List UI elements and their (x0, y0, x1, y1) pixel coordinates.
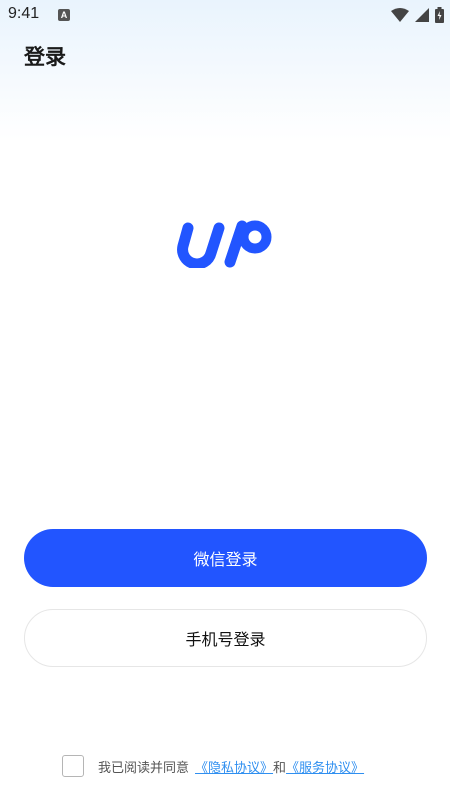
agreement-checkbox[interactable] (62, 755, 84, 777)
phone-login-label: 手机号登录 (185, 630, 266, 649)
signal-icon (415, 8, 429, 22)
status-time: 9:41 (8, 5, 40, 22)
agreement-prefix: 我已阅读并同意 (98, 760, 190, 776)
privacy-agreement-link[interactable]: 《隐私协议》 (195, 757, 273, 776)
wechat-login-label: 微信登录 (193, 550, 258, 569)
status-bar: 9:41 A (0, 0, 450, 32)
service-agreement-link[interactable]: 《服务协议》 (286, 757, 364, 776)
agreement-row: 我已阅读并同意 《隐私协议》 和 《服务协议》 (62, 754, 364, 778)
phone-login-button[interactable]: 手机号登录 (24, 609, 427, 667)
wifi-icon (391, 8, 409, 22)
wechat-login-button[interactable]: 微信登录 (24, 529, 427, 587)
notification-a-icon: A (58, 9, 70, 21)
page-title: 登录 (24, 45, 66, 69)
up-logo-icon (177, 220, 272, 270)
app-logo (174, 212, 276, 270)
battery-icon (435, 7, 444, 23)
agreement-connector: 和 (273, 760, 287, 776)
status-icons (391, 6, 444, 24)
